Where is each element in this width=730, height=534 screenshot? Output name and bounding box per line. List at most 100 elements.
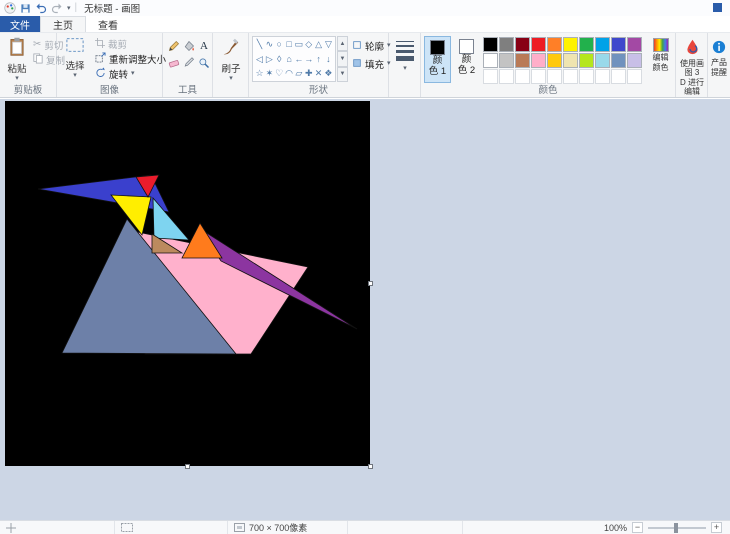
palette-swatch[interactable] [515,53,530,68]
palette-swatch[interactable] [531,37,546,52]
zoom-slider[interactable] [648,522,706,533]
shape-option[interactable]: ◁ [255,53,264,66]
palette-swatch[interactable] [515,37,530,52]
save-icon[interactable] [20,3,31,14]
shape-option[interactable]: ▱ [294,67,303,80]
drawing-canvas[interactable] [5,101,370,466]
qat-customize-caret-icon[interactable]: ▾ [67,4,71,12]
color-picker-tool[interactable] [182,56,196,70]
palette-swatch[interactable] [563,37,578,52]
palette-swatch[interactable] [563,53,578,68]
eraser-tool[interactable] [167,56,181,70]
text-tool[interactable]: A [197,39,211,53]
select-label: 选择 [65,61,85,72]
palette-swatch[interactable] [611,37,626,52]
palette-swatch[interactable] [627,53,642,68]
select-button[interactable]: 选择 ▾ [60,33,90,79]
shape-option[interactable]: ☆ [255,67,264,80]
shape-option[interactable]: ◇ [304,38,313,51]
canvas-size-text: 700 × 700像素 [249,523,308,533]
zoom-in-button[interactable]: + [711,522,722,533]
shape-option[interactable]: □ [285,38,294,51]
shape-option[interactable]: ↑ [314,53,323,66]
palette-swatch[interactable] [579,53,594,68]
gallery-more-icon[interactable]: ▼ [337,66,348,82]
size-button[interactable]: ▾ [393,38,417,72]
shape-option[interactable]: ◠ [285,67,294,80]
rotate-button[interactable]: 旋转 ▾ [95,67,135,81]
group-paint3d: 使用画图 3 D 进行编辑 [676,33,708,97]
resize-button[interactable]: 重新调整大小 [95,52,166,66]
gallery-up-icon[interactable]: ▲ [337,36,348,52]
pencil-icon [168,40,180,52]
product-alerts-button[interactable]: 产品 提醒 [708,37,730,77]
paint3d-line2: D 进行编辑 [680,78,704,96]
paint-window: ▾ | 无标题 - 画图 文件 主页 查看 粘贴 ▾ ✂ 剪切 复制 剪贴板 选… [0,0,730,534]
pencil-tool[interactable] [167,39,181,53]
shape-option[interactable]: ❖ [324,67,333,80]
shape-option[interactable]: △ [314,38,323,51]
shape-option[interactable]: ✶ [265,67,274,80]
palette-swatch[interactable] [595,53,610,68]
brushes-button[interactable]: 刷子 ▾ [216,34,246,82]
art-cyan-triangle [152,196,190,241]
fill-button[interactable]: 填充 ▾ [352,57,391,71]
zoom-out-button[interactable]: − [632,522,643,533]
shape-option[interactable]: ╲ [255,38,264,51]
fill-tool[interactable] [182,39,196,53]
canvas-resize-handle-right[interactable] [368,281,373,286]
outline-button[interactable]: 轮廓 ▾ [352,39,391,53]
magnifier-tool[interactable] [197,56,211,70]
palette-swatch[interactable] [595,37,610,52]
color2-swatch [459,39,474,54]
shape-option[interactable]: ✚ [304,67,313,80]
shape-option[interactable]: ⌂ [285,53,294,66]
image-group-label: 图像 [99,85,119,96]
zoom-slider-thumb[interactable] [674,522,678,533]
resize-icon [95,52,106,66]
tab-home[interactable]: 主页 [40,16,86,32]
shape-option[interactable]: ↓ [324,53,333,66]
shape-option[interactable]: → [304,53,313,66]
paint3d-button[interactable]: 使用画图 3 D 进行编辑 [677,35,707,96]
gallery-down-icon[interactable]: ▼ [337,51,348,67]
rotate-icon [95,67,106,81]
shape-option[interactable]: ○ [275,38,284,51]
shape-option[interactable]: ▭ [294,38,304,51]
color1-label-line2: 色 1 [428,66,447,77]
paste-button[interactable]: 粘贴 ▾ [2,33,32,82]
palette-swatch[interactable] [547,53,562,68]
palette-swatch[interactable] [611,53,626,68]
palette-swatch[interactable] [531,53,546,68]
edit-colors-button[interactable]: 编辑 颜色 [647,35,674,72]
color1-button[interactable]: 颜 色 1 [424,36,451,83]
tab-file[interactable]: 文件 [0,16,40,32]
palette-swatch[interactable] [483,53,498,68]
palette-swatch[interactable] [483,37,498,52]
shape-option[interactable]: ← [294,53,303,66]
shape-option[interactable]: ♡ [275,67,284,80]
palette-swatch[interactable] [579,37,594,52]
shape-option[interactable]: ◊ [275,53,284,66]
palette-swatch[interactable] [499,37,514,52]
shape-option[interactable]: ▷ [265,53,274,66]
palette-swatch[interactable] [499,53,514,68]
crop-button[interactable]: 裁剪 [95,37,127,51]
palette-swatch[interactable] [547,37,562,52]
color-palette [483,37,642,84]
crosshair-icon [6,522,16,533]
shape-option[interactable]: ▽ [324,38,333,51]
canvas-resize-handle-bottom[interactable] [185,464,190,469]
magnifier-icon [199,58,210,69]
tab-view[interactable]: 查看 [86,16,130,32]
color1-swatch [430,40,445,55]
redo-icon[interactable] [51,2,63,14]
info-icon [712,40,726,57]
color2-button[interactable]: 颜 色 2 [453,36,480,83]
palette-swatch[interactable] [627,37,642,52]
canvas-resize-handle-corner[interactable] [368,464,373,469]
size-caret-icon: ▾ [403,65,407,72]
undo-icon[interactable] [35,2,47,14]
shape-option[interactable]: ✕ [314,67,323,80]
shape-option[interactable]: ∿ [265,38,274,51]
